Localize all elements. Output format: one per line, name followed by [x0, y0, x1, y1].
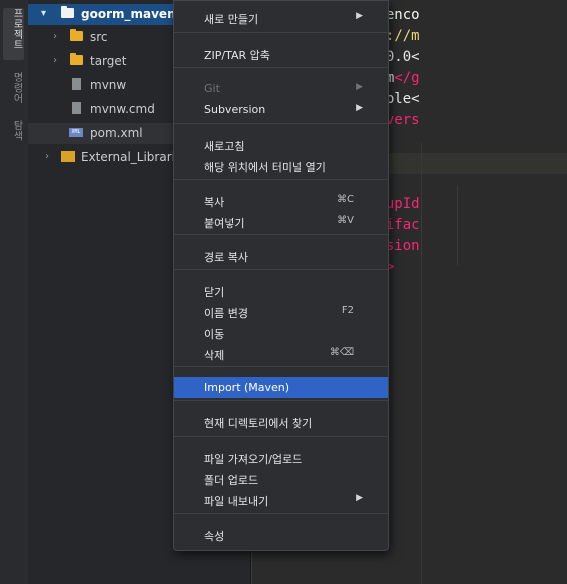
- chevron-down-icon[interactable]: ▾: [41, 8, 46, 19]
- menu-separator: [174, 436, 388, 437]
- menu-item-shortcut: ⌘V: [337, 215, 354, 226]
- menu-item-ko-7[interactable]: 붙여넣기 ⌘V: [174, 211, 388, 232]
- folder-icon: [70, 53, 83, 65]
- menu-item-ko-12[interactable]: 삭제 ⌘⌫: [174, 343, 388, 364]
- menu-item-label: ZIP/TAR 압축: [204, 49, 270, 62]
- menu-separator: [174, 123, 388, 124]
- menu-item-shortcut: ⌘⌫: [329, 347, 354, 358]
- chevron-right-icon[interactable]: ›: [53, 31, 57, 42]
- menu-item-label: Import (Maven): [204, 381, 290, 394]
- tree-item-label: src: [90, 30, 108, 44]
- menu-item-label: 삭제: [204, 349, 225, 362]
- tree-item-label: target: [90, 54, 127, 68]
- menu-separator: [174, 32, 388, 33]
- menu-item-ko-9[interactable]: 닫기: [174, 280, 388, 301]
- menu-item-ko-15[interactable]: 파일 가져오기/업로드: [174, 447, 388, 468]
- menu-item-label: 새로고침: [204, 140, 245, 153]
- menu-item-zip-tar[interactable]: ZIP/TAR 압축: [174, 43, 388, 64]
- context-menu: 새로 만들기 ▶ ZIP/TAR 압축 Git ▶ Subversion ▶ 새로고침해당 위…: [173, 0, 389, 551]
- menu-item-label: 파일 가져오기/업로드: [204, 453, 303, 466]
- folder-icon: [70, 29, 83, 41]
- tab-commands-label: 명령어: [11, 72, 22, 104]
- menu-separator: [174, 400, 388, 401]
- menu-item-label: 복사: [204, 196, 225, 209]
- menu-item-git: Git ▶: [174, 78, 388, 99]
- menu-item-label: 폴더 업로드: [204, 474, 259, 487]
- menu-separator: [174, 513, 388, 514]
- chevron-right-icon[interactable]: ›: [45, 151, 49, 162]
- xml-file-icon: XML: [69, 128, 83, 137]
- tab-explore-label: 탐색: [11, 120, 22, 141]
- menu-item-ko-4[interactable]: 새로고침: [174, 134, 388, 155]
- menu-item-ko-6[interactable]: 복사 ⌘C: [174, 190, 388, 211]
- menu-item-label: 붙여넣기: [204, 217, 245, 230]
- menu-separator: [174, 179, 388, 180]
- menu-item-ko-18[interactable]: 속성: [174, 524, 388, 545]
- menu-item-shortcut: F2: [341, 305, 354, 316]
- menu-item-label: Git: [204, 82, 220, 95]
- folder-icon: [61, 6, 74, 18]
- sidebar-tab-strip: 프로젝트 명령어 탐색: [0, 0, 29, 584]
- chevron-right-icon[interactable]: ›: [53, 55, 57, 66]
- tree-item-label: pom.xml: [90, 126, 143, 140]
- submenu-arrow-icon: ▶: [356, 11, 363, 21]
- menu-separator: [174, 366, 388, 367]
- menu-item-label: 닫기: [204, 286, 225, 299]
- tab-explore[interactable]: 탐색: [3, 120, 24, 156]
- menu-separator: [174, 67, 388, 68]
- menu-item-shortcut: ⌘C: [337, 194, 354, 205]
- file-icon: [72, 102, 81, 114]
- menu-item-label: 새로 만들기: [204, 13, 259, 26]
- menu-item-label: Subversion: [204, 103, 266, 116]
- menu-item-label: 경로 복사: [204, 251, 248, 264]
- library-icon: [61, 151, 75, 162]
- menu-item-label: 속성: [204, 530, 225, 543]
- menu-item-label: 현재 디렉토리에서 찾기: [204, 417, 313, 430]
- menu-item-label: 이동: [204, 328, 225, 341]
- menu-item-label: 이름 변경: [204, 307, 248, 320]
- indent-guide: [421, 143, 422, 584]
- indent-guide: [457, 185, 458, 265]
- menu-item-ko-5[interactable]: 해당 위치에서 터미널 열기: [174, 155, 388, 176]
- tab-commands[interactable]: 명령어: [3, 72, 24, 118]
- menu-item-import-maven[interactable]: Import (Maven): [174, 377, 388, 398]
- file-icon: [72, 78, 81, 90]
- menu-separator: [174, 234, 388, 235]
- tree-item-label: mvnw.cmd: [90, 102, 155, 116]
- menu-item-label: 해당 위치에서 터미널 열기: [204, 161, 326, 174]
- submenu-arrow-icon: ▶: [356, 493, 363, 503]
- menu-item-ko-8[interactable]: 경로 복사: [174, 245, 388, 266]
- menu-item-subversion[interactable]: Subversion ▶: [174, 99, 388, 120]
- menu-separator: [174, 269, 388, 270]
- menu-item-label: 파일 내보내기: [204, 495, 269, 508]
- menu-item-ko-0[interactable]: 새로 만들기 ▶: [174, 7, 388, 28]
- menu-item-ko-14[interactable]: 현재 디렉토리에서 찾기: [174, 411, 388, 432]
- tree-item-label: mvnw: [90, 78, 127, 92]
- menu-item-ko-10[interactable]: 이름 변경 F2: [174, 301, 388, 322]
- tab-project-label: 프로젝트: [11, 8, 22, 50]
- tab-project[interactable]: 프로젝트: [3, 8, 24, 60]
- submenu-arrow-icon: ▶: [356, 82, 363, 92]
- submenu-arrow-icon: ▶: [356, 103, 363, 113]
- menu-item-ko-17[interactable]: 파일 내보내기 ▶: [174, 489, 388, 510]
- menu-item-ko-11[interactable]: 이동: [174, 322, 388, 343]
- menu-item-ko-16[interactable]: 폴더 업로드: [174, 468, 388, 489]
